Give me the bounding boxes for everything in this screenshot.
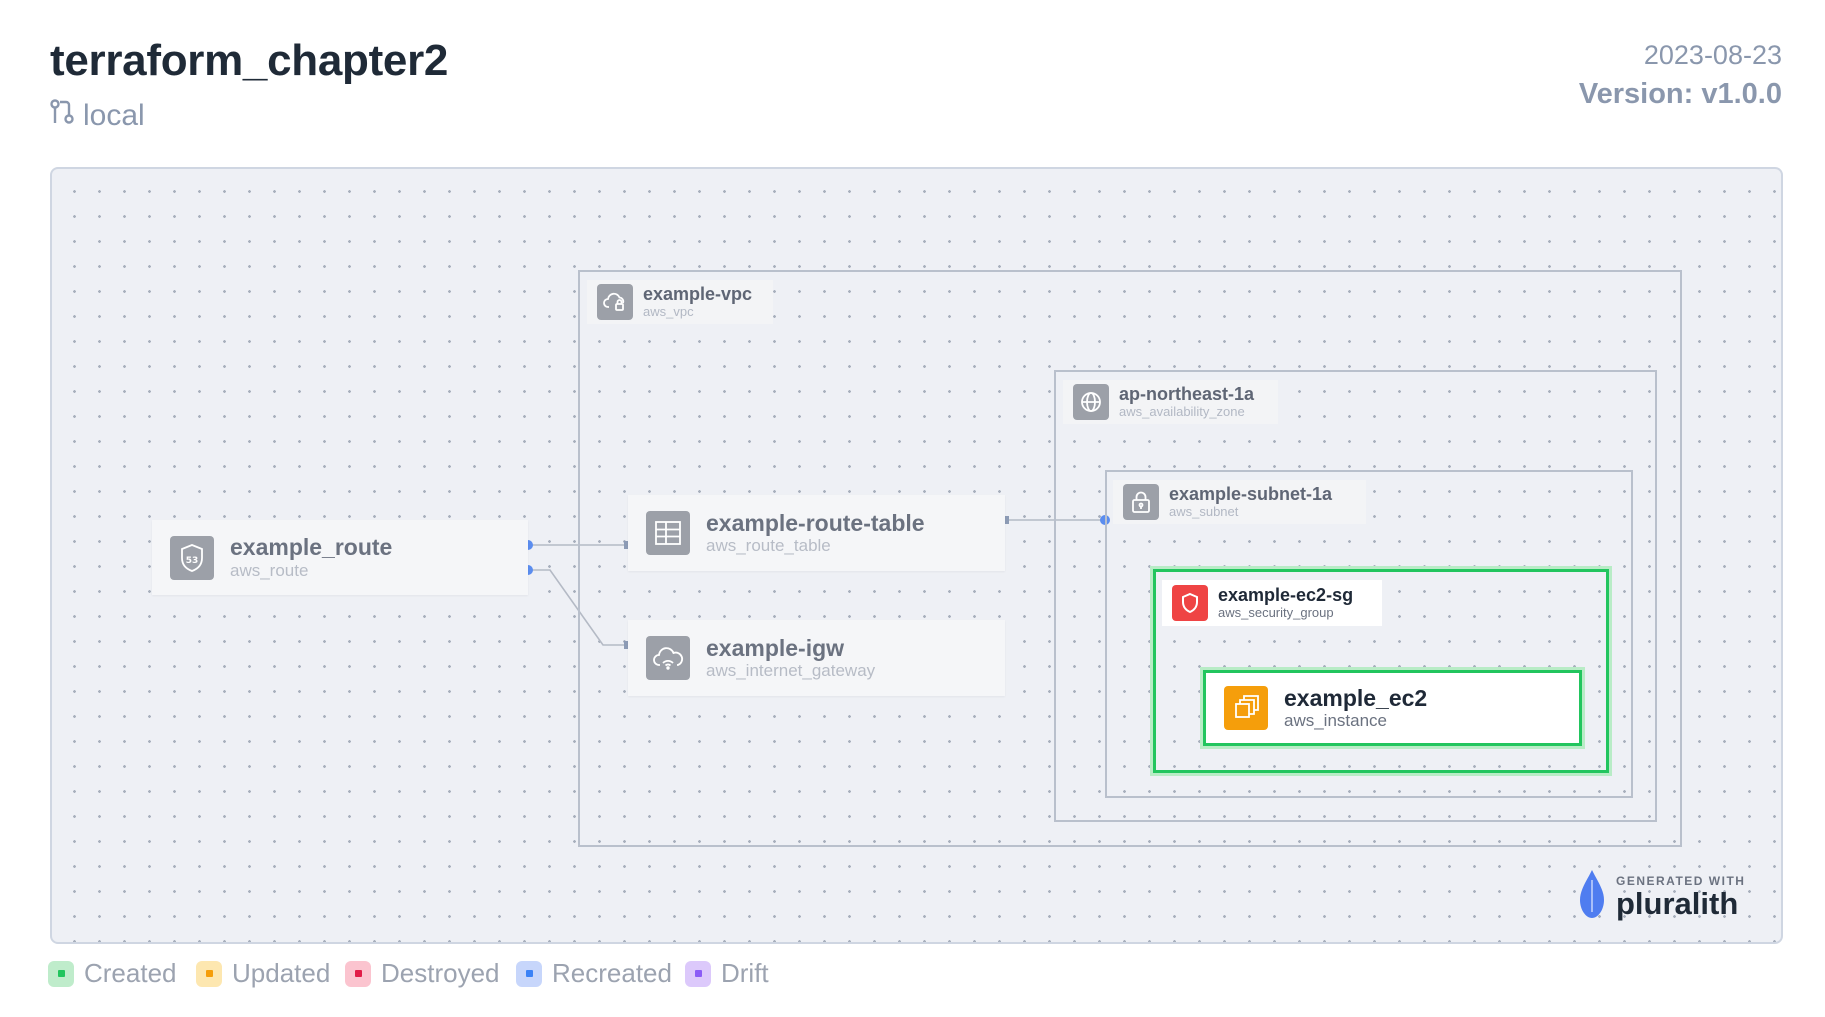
globe-icon (1073, 384, 1109, 420)
padlock-icon (1123, 484, 1159, 520)
group-vpc-type: aws_vpc (643, 303, 694, 319)
legend-label: Drift (721, 958, 769, 988)
legend-created: Created (48, 958, 177, 989)
node-igw-type: aws_internet_gateway (706, 661, 876, 681)
destroyed-swatch (345, 960, 371, 987)
node-example-route-table[interactable]: example-route-table aws_route_table (628, 495, 1005, 571)
recreated-swatch (516, 960, 542, 987)
node-route-table-type: aws_route_table (706, 536, 831, 556)
legend-drift: Drift (685, 958, 769, 989)
node-route-type: aws_route (230, 560, 309, 580)
cloud-wifi-icon (646, 636, 690, 680)
legend-recreated: Recreated (516, 958, 672, 989)
legend-updated: Updated (196, 958, 330, 989)
table-grid-icon (646, 511, 690, 555)
svg-text:53: 53 (186, 556, 199, 566)
group-sg-header[interactable]: example-ec2-sg aws_security_group (1162, 580, 1382, 626)
legend-destroyed: Destroyed (345, 958, 500, 989)
node-route-table-name: example-route-table (706, 509, 925, 536)
group-vpc-header[interactable]: example-vpc aws_vpc (587, 280, 773, 324)
created-swatch (48, 960, 74, 987)
node-example-route[interactable]: 53 example_route aws_route (152, 520, 528, 595)
pluralith-branding[interactable]: GENERATED WITH pluralith (1578, 868, 1745, 925)
node-ec2-type: aws_instance (1284, 711, 1388, 731)
group-az-header[interactable]: ap-northeast-1a aws_availability_zone (1063, 380, 1278, 424)
node-ec2-name: example_ec2 (1284, 684, 1428, 711)
pluralith-logo-icon (1578, 868, 1606, 925)
group-vpc-name: example-vpc (643, 283, 753, 304)
ec2-instance-icon (1224, 686, 1268, 730)
group-az-type: aws_availability_zone (1119, 403, 1245, 419)
group-subnet-header[interactable]: example-subnet-1a aws_subnet (1113, 480, 1366, 524)
group-sg-name: example-ec2-sg (1218, 584, 1354, 605)
route53-shield-icon: 53 (170, 535, 214, 580)
group-sg-type: aws_security_group (1218, 604, 1334, 620)
legend-label: Updated (232, 958, 331, 988)
group-az-name: ap-northeast-1a (1119, 383, 1255, 404)
node-example-ec2[interactable]: example_ec2 aws_instance (1203, 670, 1582, 746)
node-igw-name: example-igw (706, 634, 845, 661)
pluralith-wordmark: pluralith (1616, 886, 1739, 921)
legend-label: Destroyed (381, 958, 500, 988)
legend-label: Recreated (552, 958, 672, 988)
legend-label: Created (84, 958, 177, 988)
updated-swatch (196, 960, 222, 987)
node-example-igw[interactable]: example-igw aws_internet_gateway (628, 620, 1005, 696)
cloud-lock-icon (597, 284, 633, 320)
drift-swatch (685, 960, 711, 987)
shield-icon (1172, 585, 1208, 621)
group-subnet-name: example-subnet-1a (1169, 483, 1333, 504)
node-route-name: example_route (230, 534, 393, 561)
group-subnet-type: aws_subnet (1169, 503, 1239, 519)
